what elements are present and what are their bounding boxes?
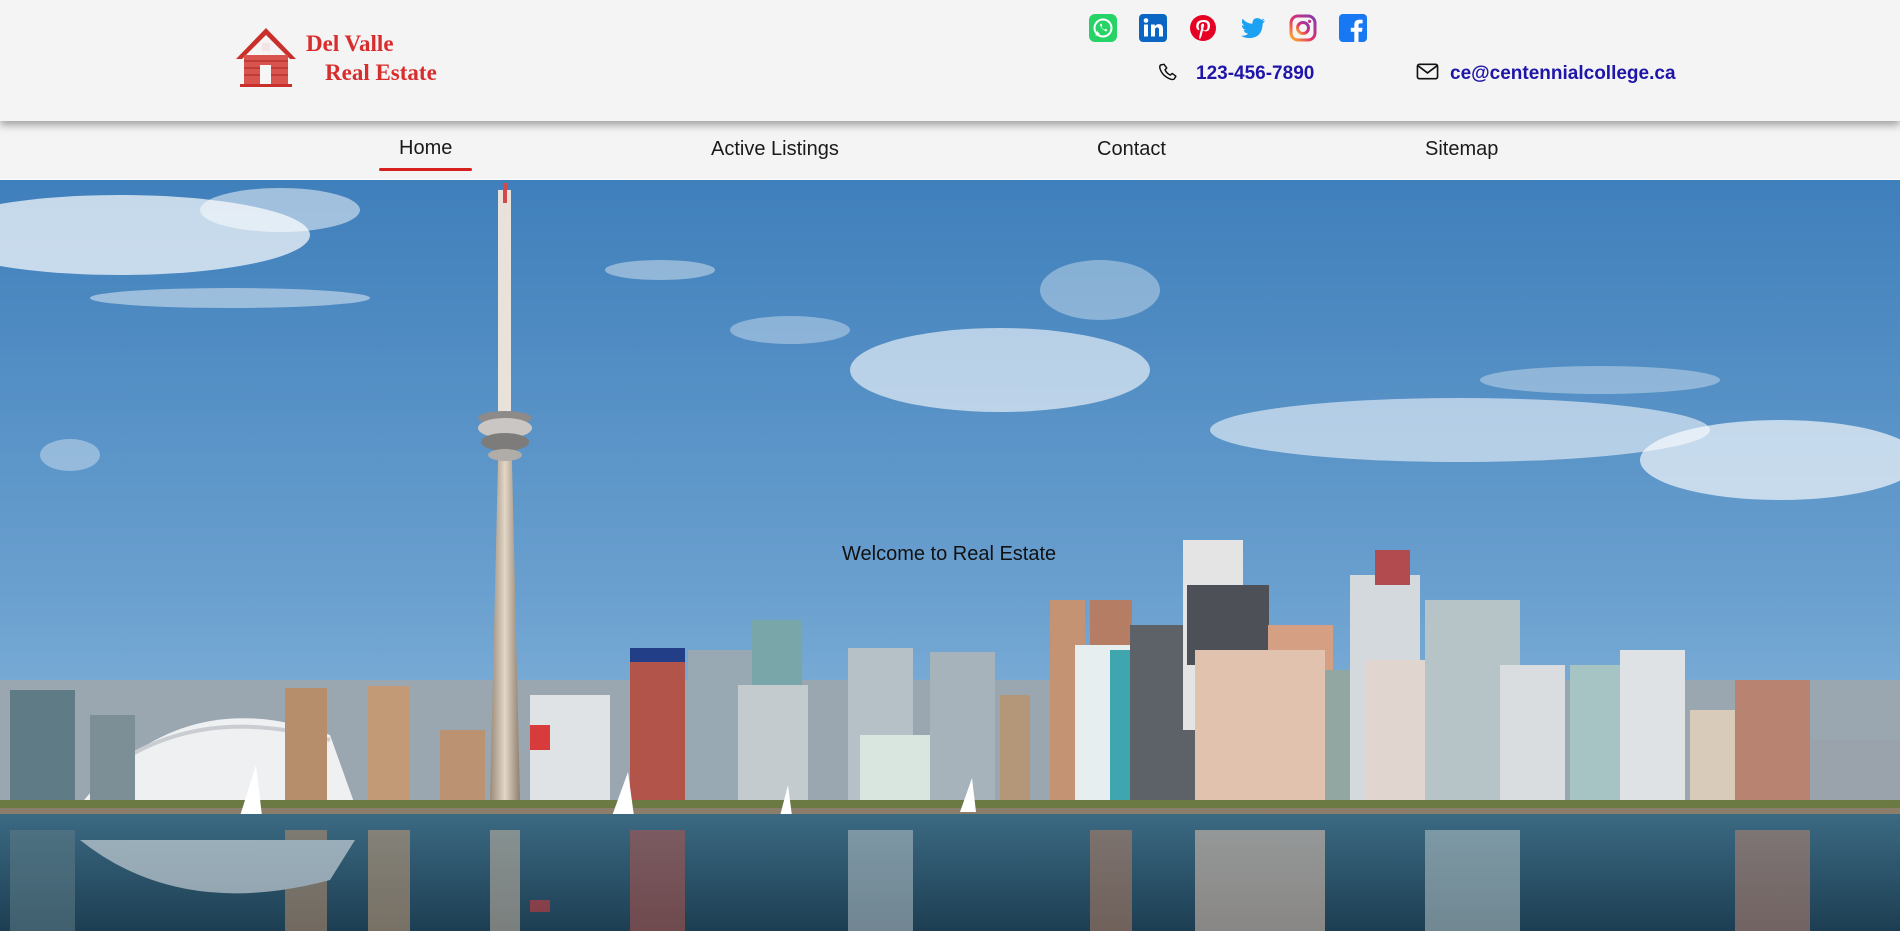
brand-name-line1: Del Valle — [306, 31, 394, 56]
linkedin-icon[interactable] — [1139, 14, 1167, 42]
phone-number: 123-456-7890 — [1196, 63, 1315, 84]
facebook-icon[interactable] — [1339, 14, 1367, 42]
brand-logo[interactable]: Del Valle Real Estate — [234, 25, 444, 91]
site-header: Del Valle Real Estate 123-456-7890 ce@ce… — [0, 0, 1900, 121]
mail-icon — [1416, 63, 1439, 80]
instagram-icon[interactable] — [1289, 14, 1317, 42]
nav-item-home[interactable]: Home — [399, 137, 452, 160]
whatsapp-icon[interactable] — [1089, 14, 1117, 42]
active-nav-indicator — [379, 168, 472, 171]
hero-banner: Welcome to Real Estate — [0, 180, 1900, 931]
house-logo-icon — [236, 28, 296, 87]
nav-item-sitemap[interactable]: Sitemap — [1425, 138, 1498, 161]
nav-item-contact[interactable]: Contact — [1097, 138, 1166, 161]
main-navigation: Home Active Listings Contact Sitemap — [0, 121, 1900, 179]
brand-name-line2: Real Estate — [325, 60, 437, 85]
phone-icon — [1159, 63, 1177, 81]
twitter-icon[interactable] — [1239, 14, 1267, 42]
email-address: ce@centennialcollege.ca — [1450, 63, 1676, 84]
pinterest-icon[interactable] — [1189, 14, 1217, 42]
hero-welcome-text: Welcome to Real Estate — [842, 543, 1057, 565]
nav-item-active-listings[interactable]: Active Listings — [711, 138, 839, 161]
